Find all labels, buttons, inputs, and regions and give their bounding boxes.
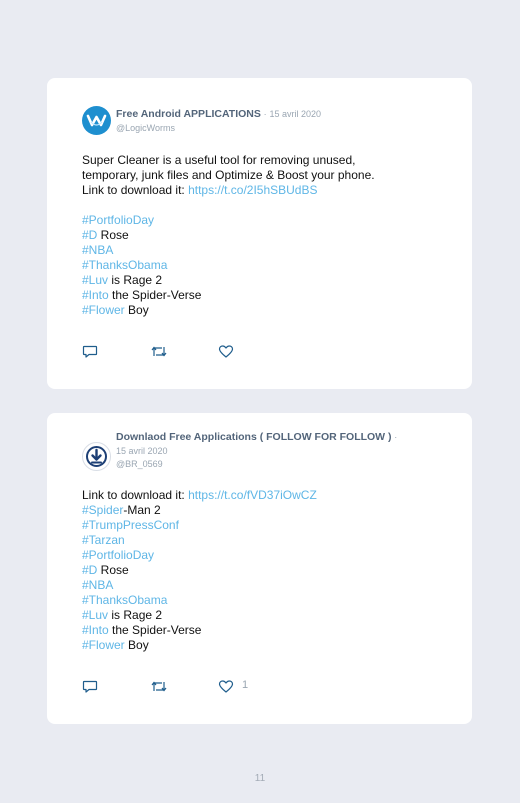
like-count: 1 [242, 679, 249, 691]
logicworms-logo-icon [86, 114, 107, 127]
hashtag-line: #Flower Boy [82, 638, 432, 653]
retweet-icon [151, 346, 167, 357]
hashtag[interactable]: #TrumpPressConf [82, 518, 179, 532]
reply-icon [82, 680, 98, 693]
hashtag[interactable]: #Spider [82, 503, 123, 517]
reply-icon [82, 345, 98, 358]
like-button[interactable] [218, 679, 234, 694]
hashtag-trailing-text: the Spider-Verse [108, 623, 202, 637]
retweet-button[interactable] [150, 679, 168, 694]
heart-icon [218, 345, 234, 358]
hashtag-line: #ThanksObama [82, 258, 432, 273]
tweet-actions: 1 [82, 679, 282, 695]
tweet-actions [82, 344, 282, 360]
hashtag[interactable]: #Tarzan [82, 533, 125, 547]
hashtag-line: #Tarzan [82, 533, 432, 548]
retweet-button[interactable] [150, 344, 168, 359]
hashtag-trailing-text: Boy [124, 303, 149, 317]
author-handle[interactable]: @BR_0569 [116, 459, 163, 469]
reply-button[interactable] [82, 344, 98, 359]
hashtag[interactable]: #PortfolioDay [82, 213, 154, 227]
tweet-text: Super Cleaner is a useful tool for remov… [82, 153, 432, 318]
tweet-date[interactable]: 15 avril 2020 [269, 109, 321, 119]
hashtag-line: #Flower Boy [82, 303, 432, 318]
hashtag-trailing-text: Boy [124, 638, 149, 652]
tweet-date[interactable]: 15 avril 2020 [116, 446, 168, 456]
author-handle[interactable]: @LogicWorms [116, 123, 175, 133]
hashtag-line: #Spider-Man 2 [82, 503, 432, 518]
hashtag[interactable]: #ThanksObama [82, 593, 167, 607]
hashtag[interactable]: #PortfolioDay [82, 548, 154, 562]
hashtag[interactable]: #D [82, 563, 97, 577]
tweet-header: Free Android APPLICATIONS · 15 avril 202… [116, 108, 452, 135]
text-line: temporary, junk files and Optimize & Boo… [82, 168, 375, 182]
hashtag-line: #Luv is Rage 2 [82, 608, 432, 623]
reply-button[interactable] [82, 679, 98, 694]
tweet-card: Free Android APPLICATIONS · 15 avril 202… [47, 78, 472, 389]
hashtag[interactable]: #Flower [82, 303, 125, 317]
hashtag-line: #TrumpPressConf [82, 518, 432, 533]
hashtag[interactable]: #Into [82, 288, 109, 302]
hashtag-trailing-text: -Man 2 [123, 503, 161, 517]
download-link[interactable]: https://t.co/fVD37iOwCZ [188, 488, 317, 502]
like-button[interactable] [218, 344, 234, 359]
avatar[interactable] [82, 442, 111, 471]
hashtag-trailing-text: is Rage 2 [108, 608, 163, 622]
hashtag-line: #NBA [82, 578, 432, 593]
link-prefix: Link to download it: [82, 183, 189, 197]
download-link[interactable]: https://t.co/2I5hSBUdBS [188, 183, 317, 197]
text-line: Super Cleaner is a useful tool for remov… [82, 153, 356, 167]
tweet-text: Link to download it: https://t.co/fVD37i… [82, 488, 432, 653]
hashtag-trailing-text: is Rage 2 [108, 273, 163, 287]
download-line: Link to download it: https://t.co/2I5hSB… [82, 183, 432, 198]
hashtag[interactable]: #NBA [82, 243, 113, 257]
page-number: 11 [254, 773, 266, 784]
tweet-header: Downlaod Free Applications ( FOLLOW FOR … [116, 431, 452, 472]
hashtag-line: #PortfolioDay [82, 213, 432, 228]
separator: · [394, 432, 398, 442]
hashtag[interactable]: #Into [82, 623, 109, 637]
hashtag-line: #D Rose [82, 563, 432, 578]
hashtag[interactable]: #Flower [82, 638, 125, 652]
hashtag-line: #Luv is Rage 2 [82, 273, 432, 288]
hashtag[interactable]: #NBA [82, 578, 113, 592]
avatar[interactable] [82, 106, 111, 135]
hashtag-line: #Into the Spider-Verse [82, 288, 432, 303]
download-line: Link to download it: https://t.co/fVD37i… [82, 488, 432, 503]
hashtag[interactable]: #D [82, 228, 97, 242]
hashtag-line: #NBA [82, 243, 432, 258]
author-name[interactable]: Downlaod Free Applications ( FOLLOW FOR … [116, 431, 392, 443]
hashtag-line: #D Rose [82, 228, 432, 243]
hashtag-line: #PortfolioDay [82, 548, 432, 563]
tweet-card: Downlaod Free Applications ( FOLLOW FOR … [47, 413, 472, 724]
hashtag[interactable]: #ThanksObama [82, 258, 167, 272]
hashtag[interactable]: #Luv [82, 608, 108, 622]
hashtag[interactable]: #Luv [82, 273, 108, 287]
hashtag-trailing-text: Rose [97, 563, 129, 577]
author-name[interactable]: Free Android APPLICATIONS [116, 108, 261, 120]
retweet-icon [151, 681, 167, 692]
hashtag-trailing-text: the Spider-Verse [108, 288, 202, 302]
heart-icon [218, 680, 234, 693]
hashtag-line: #ThanksObama [82, 593, 432, 608]
separator: · [263, 109, 267, 119]
hashtag-line: #Into the Spider-Verse [82, 623, 432, 638]
link-prefix: Link to download it: [82, 488, 189, 502]
hashtag-trailing-text: Rose [97, 228, 129, 242]
download-icon [86, 446, 107, 467]
